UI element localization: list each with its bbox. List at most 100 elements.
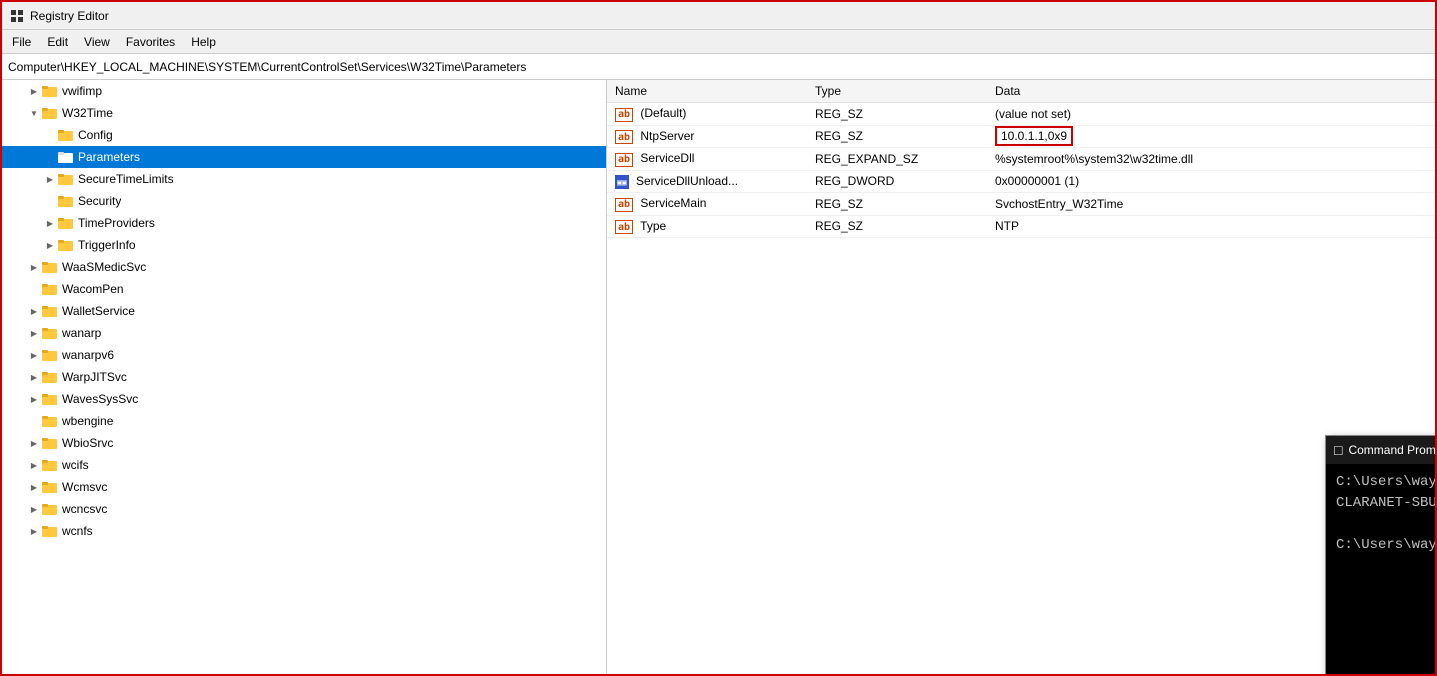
reg-name-ntpserver: NtpServer: [640, 129, 694, 143]
folder-icon-wbiosrvc: [42, 435, 58, 451]
menu-file[interactable]: File: [6, 33, 37, 51]
tree-item-wacompen[interactable]: WacomPen: [2, 278, 606, 300]
expander-walletservice[interactable]: [26, 303, 42, 319]
tree-label-triggerinfo: TriggerInfo: [78, 238, 136, 252]
expander-triggerinfo[interactable]: [42, 237, 58, 253]
expander-wcnfs[interactable]: [26, 523, 42, 539]
folder-icon-wacompen: [42, 281, 58, 297]
tree-item-config[interactable]: Config: [2, 124, 606, 146]
cell-type-servicedll: REG_EXPAND_SZ: [807, 148, 987, 171]
folder-icon-warpjitsvc: [42, 369, 58, 385]
tree-item-wbiosrvc[interactable]: WbioSrvc: [2, 432, 606, 454]
menu-favorites[interactable]: Favorites: [120, 33, 181, 51]
tree-item-vwifimp[interactable]: vwifimp: [2, 80, 606, 102]
expander-vwifimp[interactable]: [26, 83, 42, 99]
tree-item-security[interactable]: Security: [2, 190, 606, 212]
tree-item-wanarpv6[interactable]: wanarpv6: [2, 344, 606, 366]
expander-wanarp[interactable]: [26, 325, 42, 341]
cmd-line-1: C:\Users\wayne>hostname: [1336, 472, 1435, 493]
tree-item-wcifs[interactable]: wcifs: [2, 454, 606, 476]
tree-label-wanarp: wanarp: [62, 326, 101, 340]
cmd-line-4: C:\Users\wayne>: [1336, 535, 1435, 556]
table-row[interactable]: ab ServiceDll REG_EXPAND_SZ %systemroot%…: [607, 148, 1435, 171]
cmd-prompt: C:\Users\wayne>: [1336, 537, 1435, 553]
address-bar[interactable]: Computer\HKEY_LOCAL_MACHINE\SYSTEM\Curre…: [2, 54, 1435, 80]
cell-data-type: NTP: [987, 215, 1435, 238]
tree-item-triggerinfo[interactable]: TriggerInfo: [2, 234, 606, 256]
tree-item-waasmedicsvc[interactable]: WaaSMedicSvc: [2, 256, 606, 278]
expander-securetime[interactable]: [42, 171, 58, 187]
highlighted-value: 10.0.1.1,0x9: [995, 126, 1073, 146]
table-row[interactable]: ab NtpServer REG_SZ 10.0.1.1,0x9: [607, 125, 1435, 148]
folder-icon-parameters: [58, 149, 74, 165]
menu-help[interactable]: Help: [185, 33, 222, 51]
tree-item-wcncsvc[interactable]: wcncsvc: [2, 498, 606, 520]
tree-label-parameters: Parameters: [78, 150, 140, 164]
col-name[interactable]: Name: [607, 80, 807, 103]
reg-icon-servicedll: ab: [615, 153, 633, 167]
tree-label-wanarpv6: wanarpv6: [62, 348, 114, 362]
expander-wcmsvc[interactable]: [26, 479, 42, 495]
tree-label-wcifs: wcifs: [62, 458, 89, 472]
tree-item-wcmsvc[interactable]: Wcmsvc: [2, 476, 606, 498]
app-icon: [10, 9, 24, 23]
folder-icon-triggerinfo: [58, 237, 74, 253]
folder-icon-vwifimp: [42, 83, 58, 99]
tree-item-securetime[interactable]: SecureTimeLimits: [2, 168, 606, 190]
menu-bar: File Edit View Favorites Help: [2, 30, 1435, 54]
expander-w32time[interactable]: [26, 105, 42, 121]
tree-item-w32time[interactable]: W32Time: [2, 102, 606, 124]
title-bar: Registry Editor: [2, 2, 1435, 30]
table-row[interactable]: ab Type REG_SZ NTP: [607, 215, 1435, 238]
tree-item-wavessyssvc[interactable]: WavesSysSvc: [2, 388, 606, 410]
tree-label-wbiosrvc: WbioSrvc: [62, 436, 113, 450]
table-row[interactable]: ▣▣ ServiceDllUnload... REG_DWORD 0x00000…: [607, 170, 1435, 193]
cell-data-servicemain: SvchostEntry_W32Time: [987, 193, 1435, 216]
cmd-window[interactable]: □ Command Prompt − □ C:\Users\wayne>host…: [1325, 435, 1435, 674]
tree-label-config: Config: [78, 128, 113, 142]
expander-timeproviders[interactable]: [42, 215, 58, 231]
tree-item-wbengine[interactable]: wbengine: [2, 410, 606, 432]
expander-wbengine: [26, 413, 42, 429]
cmd-line-2: CLARANET-SBU-WM: [1336, 493, 1435, 514]
tree-label-wacompen: WacomPen: [62, 282, 124, 296]
expander-security: [42, 193, 58, 209]
expander-wcifs[interactable]: [26, 457, 42, 473]
expander-wcncsvc[interactable]: [26, 501, 42, 517]
cmd-content: C:\Users\wayne>hostname CLARANET-SBU-WM …: [1326, 464, 1435, 674]
tree-item-wanarp[interactable]: wanarp: [2, 322, 606, 344]
expander-waasmedicsvc[interactable]: [26, 259, 42, 275]
cell-data-ntpserver: 10.0.1.1,0x9: [987, 125, 1435, 148]
cell-name: ab NtpServer: [607, 125, 807, 148]
expander-warpjitsvc[interactable]: [26, 369, 42, 385]
folder-icon-w32time: [42, 105, 58, 121]
table-row[interactable]: ab (Default) REG_SZ (value not set): [607, 103, 1435, 126]
tree-item-wcnfs[interactable]: wcnfs: [2, 520, 606, 542]
tree-item-parameters[interactable]: Parameters: [2, 146, 606, 168]
tree-item-walletservice[interactable]: WalletService: [2, 300, 606, 322]
tree-item-warpjitsvc[interactable]: WarpJITSvc: [2, 366, 606, 388]
folder-icon-wcncsvc: [42, 501, 58, 517]
menu-edit[interactable]: Edit: [41, 33, 74, 51]
col-type[interactable]: Type: [807, 80, 987, 103]
table-row[interactable]: ab ServiceMain REG_SZ SvchostEntry_W32Ti…: [607, 193, 1435, 216]
window-title: Registry Editor: [30, 9, 109, 23]
tree-label-warpjitsvc: WarpJITSvc: [62, 370, 127, 384]
menu-view[interactable]: View: [78, 33, 116, 51]
content-area: vwifimp W32Time: [2, 80, 1435, 674]
expander-wanarpv6[interactable]: [26, 347, 42, 363]
cell-name: ab ServiceMain: [607, 193, 807, 216]
reg-name-servicedllunload: ServiceDllUnload...: [636, 174, 738, 188]
cmd-title-bar: □ Command Prompt − □: [1326, 436, 1435, 464]
tree-panel[interactable]: vwifimp W32Time: [2, 80, 607, 674]
details-panel[interactable]: Name Type Data ab (Default) REG_SZ (valu…: [607, 80, 1435, 674]
cell-type-ntpserver: REG_SZ: [807, 125, 987, 148]
expander-wavessyssvc[interactable]: [26, 391, 42, 407]
tree-item-timeproviders[interactable]: TimeProviders: [2, 212, 606, 234]
col-data[interactable]: Data: [987, 80, 1435, 103]
tree-label-w32time: W32Time: [62, 106, 113, 120]
reg-name-type: Type: [640, 219, 666, 233]
expander-wbiosrvc[interactable]: [26, 435, 42, 451]
expander-config: [42, 127, 58, 143]
cell-type-type: REG_SZ: [807, 215, 987, 238]
